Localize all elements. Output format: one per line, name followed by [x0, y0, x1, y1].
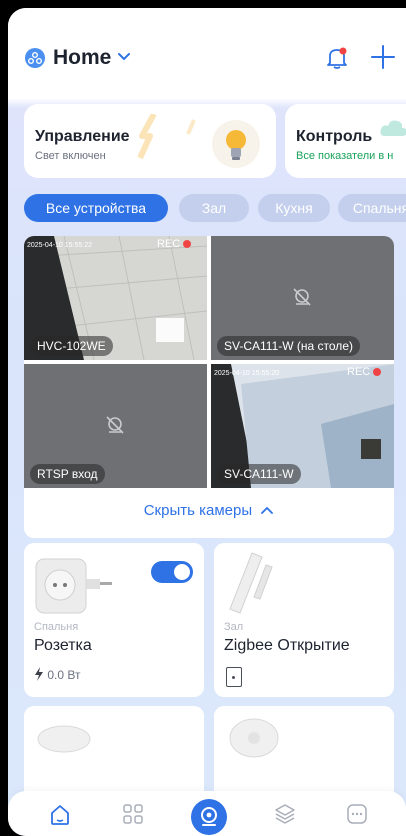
- camera-tile[interactable]: 2025-04-10 15:55:20 REC SV-CA111-W: [211, 364, 394, 488]
- device-power-value: 0.0 Вт: [47, 668, 81, 682]
- card-subtitle: Все показатели в н: [296, 150, 394, 162]
- rec-dot-icon: [183, 240, 192, 249]
- device-power: 0.0 Вт: [34, 667, 80, 682]
- card-subtitle: Свет включен: [35, 150, 106, 162]
- add-icon[interactable]: [370, 44, 396, 70]
- bottom-tab-bar: [8, 791, 406, 836]
- door-status-icon: [226, 667, 242, 687]
- rec-dot-icon: [373, 368, 382, 377]
- home-logo-icon[interactable]: [25, 48, 45, 68]
- socket-power-toggle[interactable]: [151, 561, 193, 583]
- rec-indicator: REC: [157, 238, 192, 250]
- cloud-icon: [380, 120, 406, 136]
- camera-icon: [201, 807, 217, 826]
- toggle-knob: [174, 564, 190, 580]
- devices-icon[interactable]: [122, 803, 144, 825]
- chip-all-devices[interactable]: Все устройства: [24, 194, 168, 222]
- header: Home: [8, 8, 406, 96]
- power-bolt-icon: [35, 667, 43, 681]
- home-icon[interactable]: [48, 803, 72, 827]
- bulb-icon: [212, 120, 260, 168]
- camera-label: SV-CA111-W (на столе): [217, 336, 360, 356]
- card-title: Контроль: [296, 128, 373, 145]
- more-icon[interactable]: [346, 803, 368, 825]
- app-screen: Home Управление Свет включен Контроль Вс…: [8, 8, 406, 836]
- hide-cameras-label: Скрыть камеры: [143, 502, 253, 519]
- device-card-door-sensor[interactable]: Зал Zigbee Открытие: [214, 543, 394, 697]
- bell-icon[interactable]: [326, 46, 348, 70]
- device-name: Розетка: [34, 637, 92, 654]
- monitoring-card[interactable]: Контроль Все показатели в н: [285, 104, 406, 178]
- card-title: Управление: [35, 128, 130, 145]
- rec-label: REC: [157, 238, 181, 250]
- device-card-socket[interactable]: Спальня Розетка 0.0 Вт: [24, 543, 204, 697]
- camera-tile[interactable]: RTSP вход: [24, 364, 207, 488]
- chip-kitchen[interactable]: Кухня: [258, 194, 330, 222]
- home-title[interactable]: Home: [53, 46, 111, 70]
- chevron-up-icon: [261, 506, 274, 514]
- rec-indicator: REC: [347, 366, 382, 378]
- hide-cameras-button[interactable]: Скрыть камеры: [24, 502, 394, 519]
- camera-offline-icon: [293, 288, 311, 306]
- camera-tile[interactable]: SV-CA111-W (на столе): [211, 236, 394, 360]
- device-room: Спальня: [34, 621, 79, 633]
- camera-tile[interactable]: 2025-04-10 15:55:22 REC HVC-102WE: [24, 236, 207, 360]
- device-room: Зал: [224, 621, 244, 633]
- chip-bedroom[interactable]: Спальня: [338, 194, 406, 222]
- control-card[interactable]: Управление Свет включен: [24, 104, 276, 178]
- room-filter-chips: Все устройства Зал Кухня Спальня: [24, 194, 406, 224]
- device-name: Zigbee Открытие: [224, 637, 350, 654]
- camera-label: HVC-102WE: [30, 336, 113, 356]
- layers-icon[interactable]: [274, 803, 296, 825]
- hub-device-image: [37, 725, 91, 753]
- chip-hall[interactable]: Зал: [179, 194, 249, 222]
- door-sensor-device-image: [229, 552, 273, 614]
- camera-timestamp: 2025-04-10 15:55:20: [214, 370, 279, 377]
- socket-device-image: [35, 558, 112, 614]
- camera-tab-button[interactable]: [191, 799, 227, 835]
- sensor-device-image: [229, 718, 279, 758]
- rec-label: REC: [347, 366, 371, 378]
- camera-label: RTSP вход: [30, 464, 105, 484]
- cameras-panel: 2025-04-10 15:55:22 REC HVC-102WE SV-CA1…: [24, 236, 394, 538]
- light-rays-decoration: [137, 114, 196, 160]
- camera-offline-icon: [106, 416, 124, 434]
- camera-label: SV-CA111-W: [217, 464, 301, 484]
- chevron-down-icon[interactable]: [117, 50, 131, 64]
- camera-timestamp: 2025-04-10 15:55:22: [27, 242, 92, 249]
